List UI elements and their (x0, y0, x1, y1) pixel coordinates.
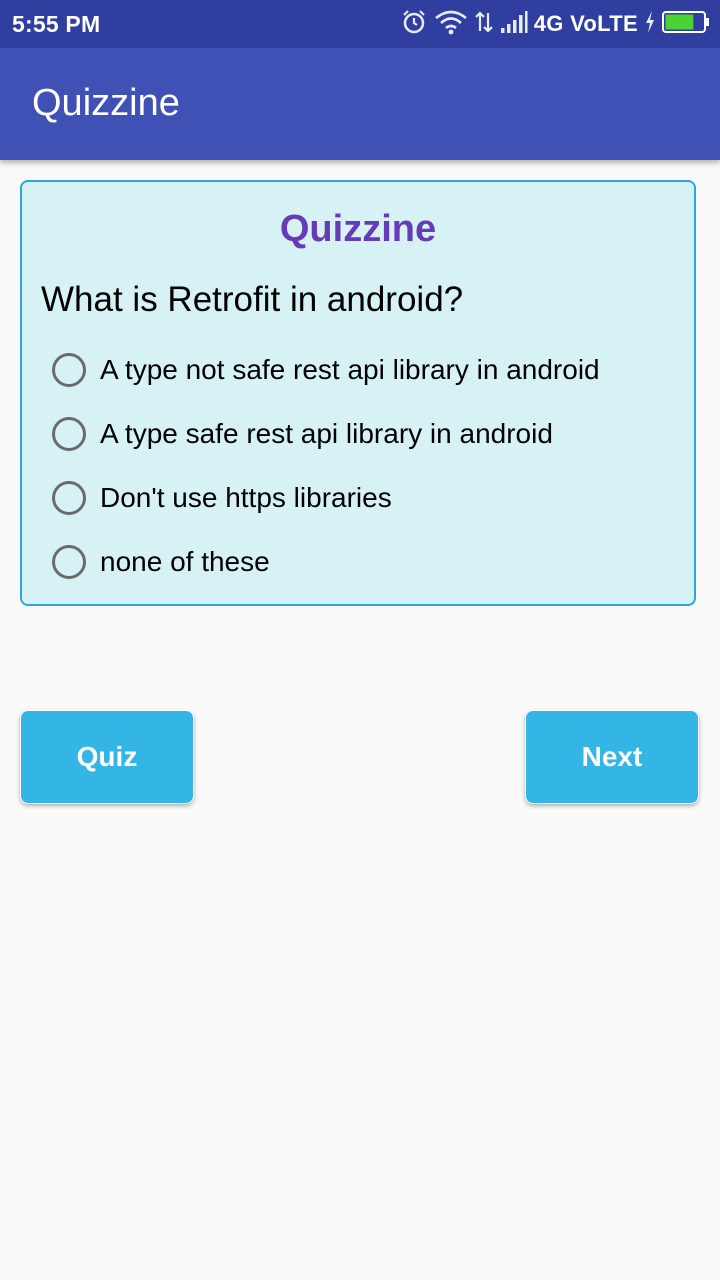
option-label: Don't use https libraries (100, 482, 392, 513)
option-3[interactable]: Don't use https libraries (52, 474, 392, 522)
data-arrows-icon (474, 9, 494, 40)
option-label: A type not safe rest api library in andr… (100, 354, 600, 385)
battery-icon (662, 10, 710, 38)
option-label: A type safe rest api library in android (100, 418, 553, 449)
network-type: 4G VoLTE (533, 11, 638, 36)
option-label: none of these (100, 546, 270, 577)
wifi-icon (434, 9, 468, 40)
signal-icon (500, 10, 528, 39)
radio-button[interactable] (52, 417, 86, 451)
radio-button[interactable] (52, 481, 86, 515)
option-1[interactable]: A type not safe rest api library in andr… (52, 346, 600, 394)
status-icons: 4G VoLTE (400, 8, 710, 40)
next-button[interactable]: Next (525, 710, 699, 804)
quiz-button[interactable]: Quiz (20, 710, 194, 804)
status-bar: 5:55 PM 4G VoLTE (0, 0, 720, 48)
radio-button[interactable] (52, 545, 86, 579)
status-time: 5:55 PM (12, 11, 101, 37)
option-4[interactable]: none of these (52, 538, 270, 586)
app-title: Quizzine (32, 82, 180, 124)
card-title: Quizzine (279, 208, 437, 250)
option-2[interactable]: A type safe rest api library in android (52, 410, 553, 458)
question-text: What is Retrofit in android? (41, 280, 464, 319)
charging-icon (644, 10, 656, 39)
radio-button[interactable] (52, 353, 86, 387)
alarm-icon (400, 8, 428, 41)
quiz-card: Quizzine What is Retrofit in android? A … (20, 180, 696, 606)
app-bar: Quizzine (0, 48, 720, 160)
